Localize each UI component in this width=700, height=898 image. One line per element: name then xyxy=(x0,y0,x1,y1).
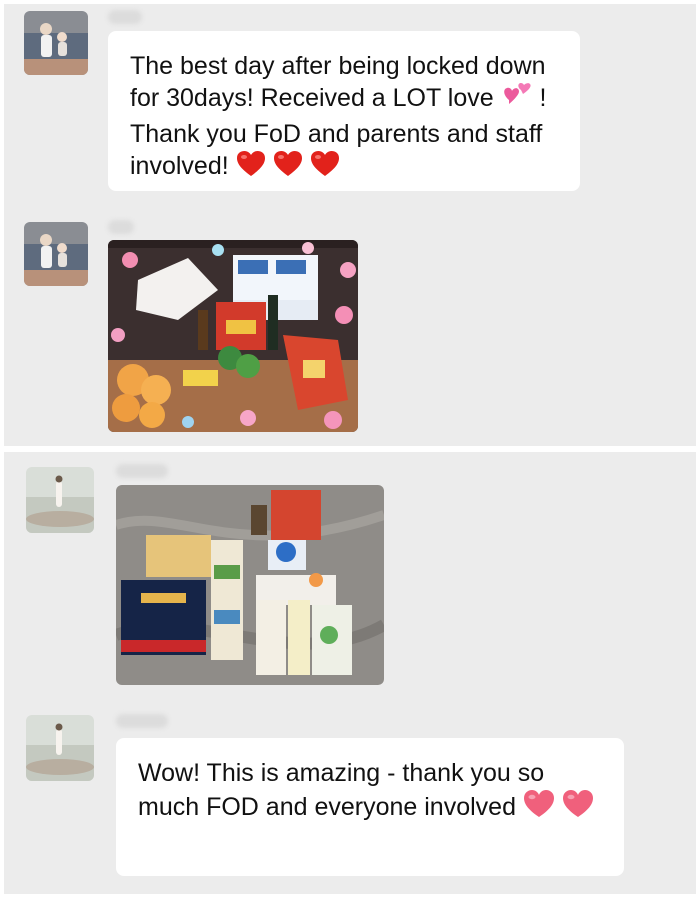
sender-avatar-1[interactable] xyxy=(24,222,88,286)
message-text-part: Wow! This is amazing - thank you so much… xyxy=(138,759,545,821)
food-package-photo xyxy=(108,240,358,432)
sender-avatar-1[interactable] xyxy=(24,11,88,75)
message-bubble-1[interactable]: The best day after being locked down for… xyxy=(108,31,580,191)
avatar-photo-sofa xyxy=(24,222,88,286)
two-hearts-icon xyxy=(501,82,533,118)
chat-panel-bottom: Wow! This is amazing - thank you so much… xyxy=(4,452,696,894)
pink-heart-icon xyxy=(523,789,555,827)
sender-name-blurred xyxy=(108,220,134,234)
chat-panel-top: The best day after being locked down for… xyxy=(4,4,696,446)
message-text-1: The best day after being locked down for… xyxy=(130,31,558,186)
food-package-photo xyxy=(116,485,384,685)
sender-name-blurred xyxy=(116,714,168,728)
avatar-photo-beach xyxy=(26,715,94,781)
message-text-2: Wow! This is amazing - thank you so much… xyxy=(138,738,602,827)
message-bubble-2[interactable]: Wow! This is amazing - thank you so much… xyxy=(116,738,624,876)
red-heart-icon xyxy=(273,150,303,186)
sender-avatar-2[interactable] xyxy=(26,715,94,781)
red-heart-icon xyxy=(310,150,340,186)
sender-name-blurred xyxy=(108,10,142,24)
photo-message-1[interactable] xyxy=(108,240,358,432)
sender-avatar-2[interactable] xyxy=(26,467,94,533)
message-text-part: The best day after being locked down for… xyxy=(130,52,546,112)
avatar-photo-sofa xyxy=(24,11,88,75)
sender-name-blurred xyxy=(116,464,168,478)
pink-heart-icon xyxy=(562,789,594,827)
avatar-photo-beach xyxy=(26,467,94,533)
red-heart-icon xyxy=(236,150,266,186)
photo-message-2[interactable] xyxy=(116,485,384,685)
